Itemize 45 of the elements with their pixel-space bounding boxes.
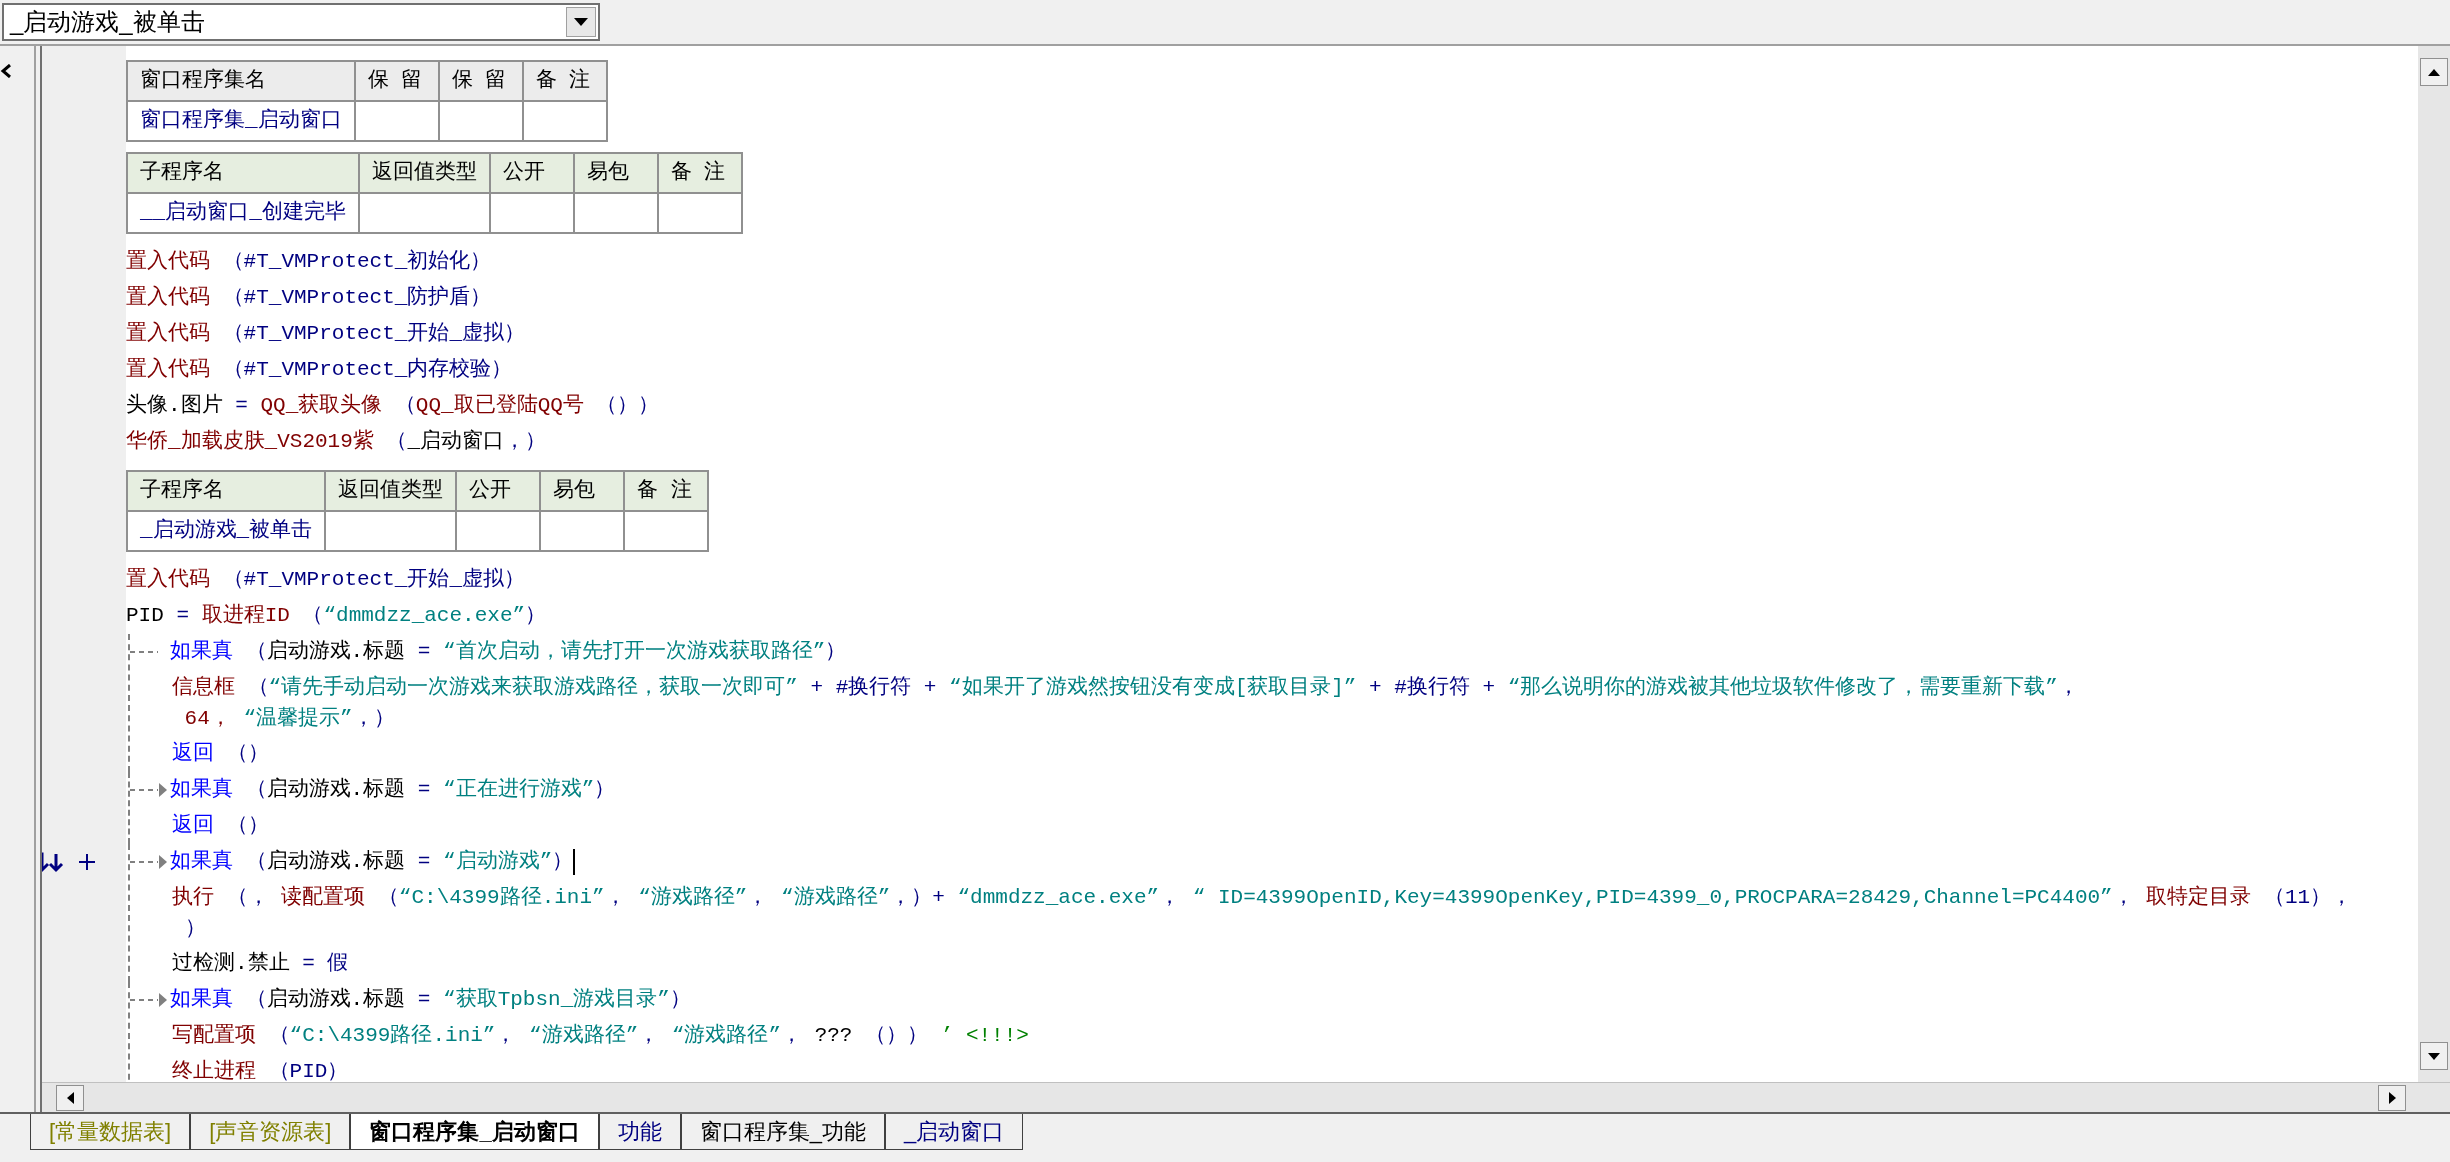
table-cell: 窗口程序集_启动窗口: [127, 101, 355, 141]
file-tab[interactable]: 功能: [598, 1114, 681, 1150]
table-cell: _启动游戏_被单击: [127, 511, 326, 551]
file-tab[interactable]: [常量数据表]: [30, 1114, 191, 1150]
column-header: 公开: [456, 471, 541, 511]
file-tab[interactable]: 窗口程序集_功能: [680, 1114, 885, 1150]
code-line: PID = 取进程ID （“dmmdzz_ace.exe”）: [126, 602, 547, 629]
column-header: 公开: [489, 153, 574, 193]
code-line: 如果真 （启动游戏.标题 = “首次启动，请先打开一次游戏获取路径”）: [170, 638, 847, 665]
column-header: 易包: [573, 153, 658, 193]
code-line: 写配置项 （“C:\4399路径.ini”， “游戏路径”， “游戏路径”， ??? （）） ’ <!!!>: [172, 1022, 1029, 1049]
file-tab[interactable]: [声音资源表]: [190, 1114, 351, 1150]
code-line: 华侨_加载皮肤_VS2019紫 （_启动窗口，）: [126, 428, 547, 455]
code-line: 返回 （）: [172, 740, 269, 767]
column-header: 保 留: [354, 61, 439, 101]
column-header: 备 注: [522, 61, 607, 101]
column-header: 子程序名: [127, 153, 359, 193]
code-line: 头像.图片 = QQ_获取头像 （QQ_取已登陆QQ号 （））: [126, 392, 660, 419]
procedure-dropdown[interactable]: _启动游戏_被单击: [2, 3, 600, 41]
code-line: 置入代码 （#T_VMProtect_初始化）: [126, 248, 492, 275]
column-header: 易包: [540, 471, 625, 511]
code-line: 64， “温馨提示”，）: [183, 706, 395, 732]
code-line: 置入代码 （#T_VMProtect_开始_虚拟）: [126, 566, 526, 593]
code-line: 过检测.禁止 = 假: [172, 950, 349, 977]
file-tab[interactable]: 窗口程序集_启动窗口: [350, 1114, 599, 1150]
code-line: 执行 （， 读配置项 （“C:\4399路径.ini”， “游戏路径”， “游戏路径”，）+ “dmmdzz_ace.exe”， “ ID=4399OpenID,Key=4399OpenKey,PID=4399_0,PROCPARA=28429,Channel=PC4400”， 取特定目录 （11），: [172, 884, 2353, 911]
code-line: ）: [183, 916, 206, 942]
code-line: 终止进程 （PID）: [172, 1058, 349, 1082]
column-header: 返回值类型: [325, 471, 457, 511]
code-line: 如果真 （启动游戏.标题 = “启动游戏”）: [170, 848, 576, 877]
column-header: 窗口程序集名: [127, 61, 355, 101]
code-line: 如果真 （启动游戏.标题 = “获取Tpbsn_游戏目录”）: [170, 986, 691, 1013]
code-line: 信息框 （“请先手动启动一次游戏来获取游戏路径，获取一次即可” + #换行符 + “如果开了游戏然按钮没有变成[获取目录]” + #换行符 + “那么说明你的游戏被其他垃圾软件修改了，需要重新下载”，: [172, 674, 2079, 701]
code-line: 置入代码 （#T_VMProtect_内存校验）: [126, 356, 513, 383]
column-header: 保 留: [438, 61, 523, 101]
file-tab[interactable]: _启动窗口: [884, 1114, 1024, 1150]
column-header: 备 注: [624, 471, 709, 511]
column-header: 子程序名: [127, 471, 326, 511]
code-line: 返回 （）: [172, 812, 269, 839]
column-header: 备 注: [657, 153, 742, 193]
column-header: 返回值类型: [358, 153, 490, 193]
code-line: 如果真 （启动游戏.标题 = “正在进行游戏”）: [170, 776, 616, 803]
table-cell: __启动窗口_创建完毕: [127, 193, 359, 233]
code-line: 置入代码 （#T_VMProtect_防护盾）: [126, 284, 492, 311]
code-line: 置入代码 （#T_VMProtect_开始_虚拟）: [126, 320, 526, 347]
